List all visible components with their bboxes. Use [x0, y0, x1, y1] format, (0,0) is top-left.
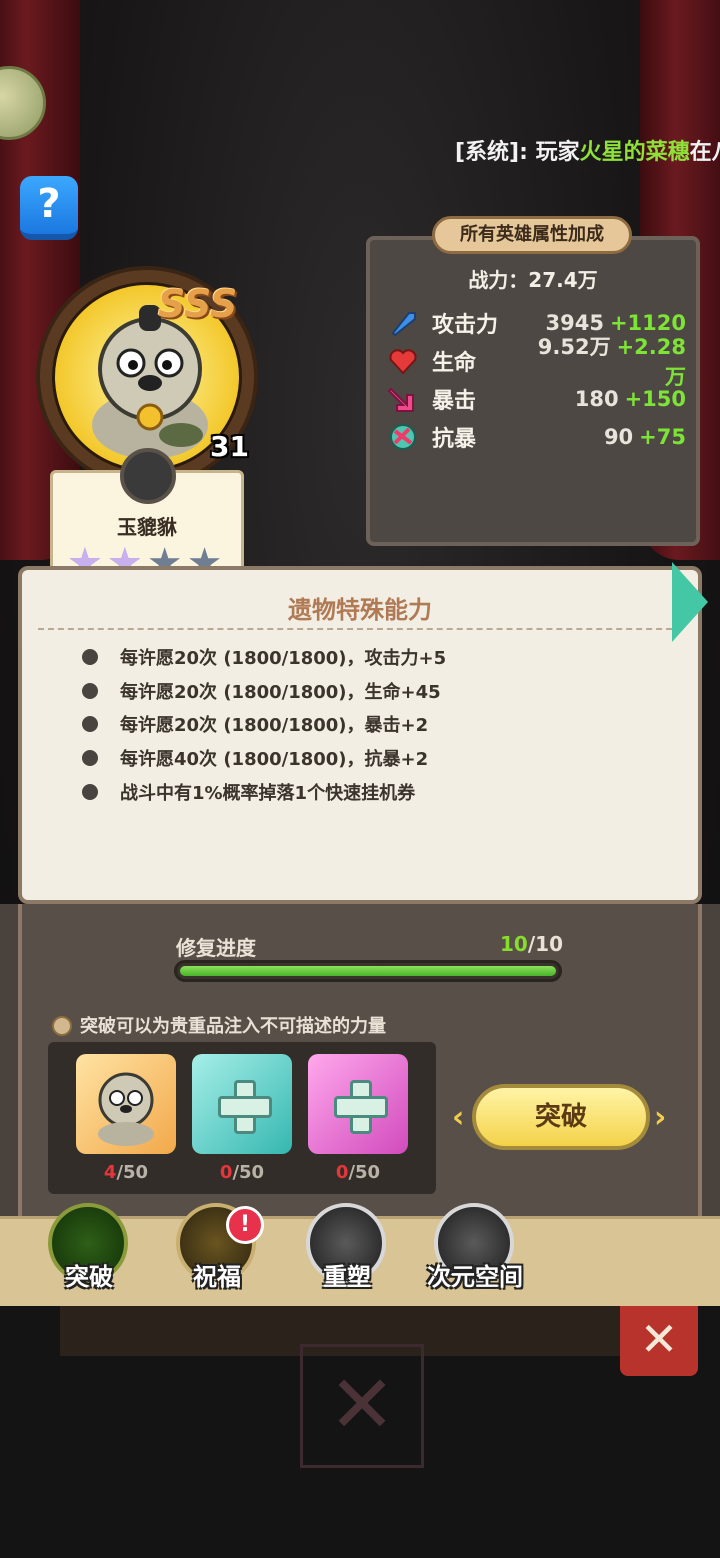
rank-badge: SSS — [158, 282, 238, 326]
ability-item: 每许愿20次 (1800/1800)，生命+45 — [82, 676, 441, 706]
bullet-icon — [82, 784, 98, 800]
tab-breakthrough[interactable]: 突破 — [44, 1203, 134, 1293]
material-hero-shard[interactable] — [76, 1054, 176, 1154]
tab-label: 祝福 — [193, 1263, 241, 1291]
tab-label: 突破 — [65, 1263, 113, 1291]
hero-level: 31 — [210, 430, 249, 463]
bonus-panel-title: 所有英雄属性加成 — [432, 216, 632, 254]
crit-arrow-icon — [386, 382, 420, 416]
anti-crit-icon — [386, 420, 420, 454]
name-card-emblem — [120, 448, 176, 504]
tab-reshape[interactable]: 重塑 — [302, 1203, 392, 1293]
chevron-right-icon: › — [654, 1100, 667, 1135]
hint-icon — [52, 1016, 72, 1036]
repair-progress-value: 10/10 — [500, 932, 563, 956]
sword-icon — [386, 306, 420, 340]
ability-item: 战斗中有1%概率掉落1个快速挂机券 — [82, 777, 415, 807]
ability-item: 每许愿20次 (1800/1800)，暴击+2 — [82, 709, 428, 739]
pixiu-shard-icon — [98, 1072, 154, 1146]
plus-icon — [334, 1080, 388, 1134]
chevron-left-icon: ‹ — [452, 1100, 465, 1135]
stat-row-anti-crit: 抗暴 90 +75 — [386, 420, 686, 454]
tab-dimension-space[interactable]: 次元空间 — [427, 1203, 523, 1293]
repair-progress-fill — [180, 966, 556, 976]
divider — [38, 628, 682, 630]
system-ticker: [系统]: 玩家火星的菜穗在八 — [455, 140, 720, 165]
bullet-icon — [82, 750, 98, 766]
material-list: 4/50 0/50 0/50 — [48, 1042, 436, 1194]
stat-row-crit: 暴击 180 +150 — [386, 382, 686, 416]
hero-name: 玉貔貅 — [117, 515, 177, 539]
heart-icon — [386, 344, 420, 378]
material-teal-cross[interactable] — [192, 1054, 292, 1154]
tab-label: 重塑 — [323, 1263, 371, 1291]
ability-item: 每许愿20次 (1800/1800)，攻击力+5 — [82, 642, 446, 672]
attribute-bonus-panel: 战力：27.4万 攻击力 3945 +1120 生命 9.52万 +2.28万 暴击… — [366, 236, 700, 546]
ability-item: 每许愿40次 (1800/1800)，抗暴+2 — [82, 743, 428, 773]
relic-ability-panel: 遗物特殊能力 每许愿20次 (1800/1800)，攻击力+5 每许愿20次 (… — [18, 566, 702, 904]
help-button[interactable]: ? — [20, 176, 78, 240]
material-count: 0/50 — [335, 1162, 381, 1183]
repair-progress-bar — [174, 960, 562, 982]
next-arrow-icon[interactable] — [672, 562, 708, 642]
repair-progress-label: 修复进度 — [176, 936, 256, 960]
material-count: 0/50 — [219, 1162, 265, 1183]
bullet-icon — [82, 683, 98, 699]
breakthrough-hint: 突破可以为贵重品注入不可描述的力量 — [80, 1016, 386, 1037]
relic-title: 遗物特殊能力 — [288, 596, 432, 624]
plus-icon — [218, 1080, 272, 1134]
empty-slot-icon: ✕ — [300, 1344, 424, 1468]
combat-power: 战力：27.4万 — [468, 268, 598, 292]
tab-label: 次元空间 — [427, 1263, 523, 1291]
notification-badge: ! — [226, 1206, 264, 1244]
bullet-icon — [82, 716, 98, 732]
tab-bar: 突破 祝福 重塑 次元空间 — [0, 1203, 720, 1306]
material-count: 4/50 — [103, 1162, 149, 1183]
bullet-icon — [82, 649, 98, 665]
material-pink-cross[interactable] — [308, 1054, 408, 1154]
close-button[interactable]: ✕ — [620, 1306, 698, 1376]
breakthrough-button[interactable]: 突破 — [472, 1084, 650, 1150]
stat-row-hp: 生命 9.52万 +2.28万 — [386, 335, 686, 389]
